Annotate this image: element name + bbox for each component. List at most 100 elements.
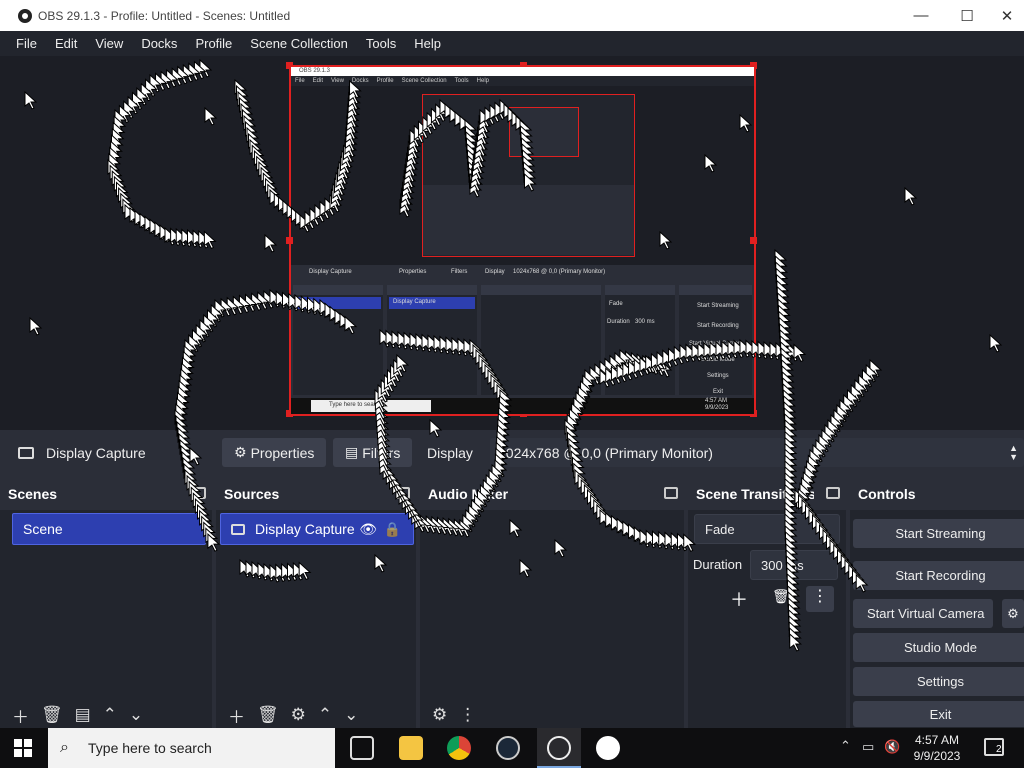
menu-file[interactable]: File xyxy=(0,36,46,51)
minimize-button[interactable]: — xyxy=(898,0,944,31)
source-list-item[interactable]: Display Capture 👁 🔒 xyxy=(220,513,414,545)
kebab-menu-icon[interactable]: ⋮ xyxy=(806,586,834,612)
display-select[interactable]: 1024x768 @ 0,0 (Primary Monitor) ▲ ▼ xyxy=(490,438,1024,467)
add-icon[interactable]: ＋ xyxy=(730,586,748,612)
transition-select[interactable]: Fade xyxy=(694,514,840,544)
chevron-up-icon[interactable]: ⌃ xyxy=(840,738,851,754)
filters-label: Filters xyxy=(362,444,401,461)
trash-icon[interactable]: 🗑 xyxy=(257,705,279,725)
window-titlebar: OBS 29.1.3 - Profile: Untitled - Scenes:… xyxy=(0,0,1024,31)
add-icon[interactable]: ＋ xyxy=(12,703,29,728)
studio-mode-button[interactable]: Studio Mode xyxy=(853,633,1024,662)
add-icon[interactable]: ＋ xyxy=(228,703,245,728)
menu-docks[interactable]: Docks xyxy=(132,36,186,51)
filter-icon[interactable]: ▤ xyxy=(75,705,91,725)
gears-icon[interactable]: ⚙ xyxy=(432,705,447,725)
spin-arrows-icon: ▲ ▼ xyxy=(1009,442,1018,462)
nested-display-value: 1024x768 @ 0,0 (Primary Monitor) xyxy=(513,269,606,275)
app-icon[interactable] xyxy=(596,736,620,760)
nested-source-label: Display Capture xyxy=(309,269,352,275)
resize-handle[interactable] xyxy=(750,237,757,244)
arrow-up-icon[interactable]: ⌃ xyxy=(103,705,117,725)
menu-scene-collection[interactable]: Scene Collection xyxy=(241,36,357,51)
notification-count: 2 xyxy=(996,744,1002,755)
gear-icon[interactable]: ⚙ xyxy=(291,705,306,725)
preview-canvas[interactable]: OBS 29.1.3 File Edit View Docks Profile … xyxy=(286,62,757,417)
undock-icon[interactable] xyxy=(396,487,410,499)
undock-icon[interactable] xyxy=(192,487,206,499)
start-virtual-camera-button[interactable]: Start Virtual Camera xyxy=(853,599,993,628)
properties-button[interactable]: ⚙ Properties xyxy=(222,438,327,467)
obs-taskbar-button[interactable] xyxy=(537,728,581,768)
volume-muted-icon[interactable]: 🔇 xyxy=(884,739,900,755)
menu-tools[interactable]: Tools xyxy=(357,36,405,51)
menu-edit[interactable]: Edit xyxy=(46,36,86,51)
menu-help[interactable]: Help xyxy=(405,36,450,51)
scenes-header: Scenes xyxy=(0,478,212,510)
transitions-title: Scene Transitions xyxy=(696,486,814,502)
nested-duration: Duration xyxy=(607,319,630,325)
taskbar-clock[interactable]: 4:57 AM 9/9/2023 xyxy=(902,732,972,764)
task-view-icon[interactable] xyxy=(350,736,374,760)
arrow-down-icon[interactable]: ⌄ xyxy=(129,705,143,725)
lock-icon[interactable]: 🔒 xyxy=(384,521,401,538)
arrow-down-icon[interactable]: ⌄ xyxy=(344,705,358,725)
arrow-up-icon[interactable]: ⌃ xyxy=(318,705,332,725)
notification-icon[interactable]: 2 xyxy=(984,738,1004,756)
network-icon[interactable]: ▭ xyxy=(862,739,874,755)
nested-scene-item: Scene xyxy=(299,299,317,305)
nested-properties: Properties xyxy=(399,269,427,275)
exit-button[interactable]: Exit xyxy=(853,701,1024,727)
properties-label: Properties xyxy=(250,444,315,461)
nested-display: Display xyxy=(485,269,505,275)
menu-bar: File Edit View Docks Profile Scene Colle… xyxy=(0,31,1024,56)
menu-view[interactable]: View xyxy=(86,36,132,51)
resize-handle[interactable] xyxy=(286,237,293,244)
search-icon: ⌕ xyxy=(60,739,69,756)
start-recording-button[interactable]: Start Recording xyxy=(853,561,1024,590)
trash-icon[interactable]: 🗑 xyxy=(41,705,63,725)
nested-filters: Filters xyxy=(451,269,468,275)
clock-date: 9/9/2023 xyxy=(913,749,961,763)
source-toolbar-label: Display Capture xyxy=(46,444,146,461)
undock-icon[interactable] xyxy=(826,487,840,499)
settings-button[interactable]: Settings xyxy=(853,667,1024,696)
file-explorer-icon[interactable] xyxy=(399,736,423,760)
source-toolbar-name: Display Capture xyxy=(18,438,146,467)
nested-menu-item: Profile xyxy=(376,78,394,84)
windows-start-icon[interactable] xyxy=(14,739,32,757)
eye-icon[interactable]: 👁 xyxy=(359,521,377,538)
start-streaming-button[interactable]: Start Streaming xyxy=(853,519,1024,548)
nested-menu-item: Docks xyxy=(351,78,369,84)
maximize-button[interactable]: ☐ xyxy=(944,0,990,31)
scenes-dock: Scenes Scene ＋ 🗑 ▤ ⌃ ⌄ xyxy=(0,478,212,728)
sources-footer: ＋ 🗑 ⚙ ⌃ ⌄ xyxy=(216,702,416,728)
nested-source-item: Display Capture xyxy=(393,299,436,305)
scene-list-item[interactable]: Scene xyxy=(12,513,206,545)
taskbar-search[interactable]: ⌕ Type here to search xyxy=(48,728,335,768)
nested-ctrl-btn: Start Streaming xyxy=(697,303,739,309)
virtual-camera-settings-icon[interactable]: ⚙ xyxy=(1002,599,1024,628)
audio-mixer-footer: ⚙ ⋮ xyxy=(420,702,684,728)
steam-icon[interactable] xyxy=(496,736,520,760)
transitions-dock: Scene Transitions Fade Duration 300 ms ＋… xyxy=(688,478,846,728)
display-select-value: 1024x768 @ 0,0 (Primary Monitor) xyxy=(498,444,713,461)
nested-titlebar: OBS 29.1.3 xyxy=(291,67,754,76)
undock-icon[interactable] xyxy=(664,487,678,499)
filters-button[interactable]: ▤ Filters xyxy=(333,438,413,467)
window-title: OBS 29.1.3 - Profile: Untitled - Scenes:… xyxy=(38,8,291,23)
nested-preview xyxy=(422,94,635,257)
nested-controls-dock: Start Streaming Start Recording Start Vi… xyxy=(679,285,752,395)
nested-duration-value: 300 ms xyxy=(635,319,655,325)
nested-ctrl-btn: Start Recording xyxy=(697,323,739,329)
kebab-menu-icon[interactable]: ⋮ xyxy=(459,705,476,725)
nested-date: 9/9/2023 xyxy=(705,405,729,411)
gear-icon: ⚙ xyxy=(234,444,247,460)
close-button[interactable]: ✕ xyxy=(990,0,1024,31)
trash-icon[interactable]: 🗑 xyxy=(772,588,790,605)
chrome-icon[interactable] xyxy=(447,736,471,760)
audio-mixer-dock: Audio Mixer ⚙ ⋮ xyxy=(420,478,684,728)
duration-input[interactable]: 300 ms xyxy=(750,550,838,580)
menu-profile[interactable]: Profile xyxy=(186,36,241,51)
nested-menu-item: File xyxy=(295,78,305,84)
